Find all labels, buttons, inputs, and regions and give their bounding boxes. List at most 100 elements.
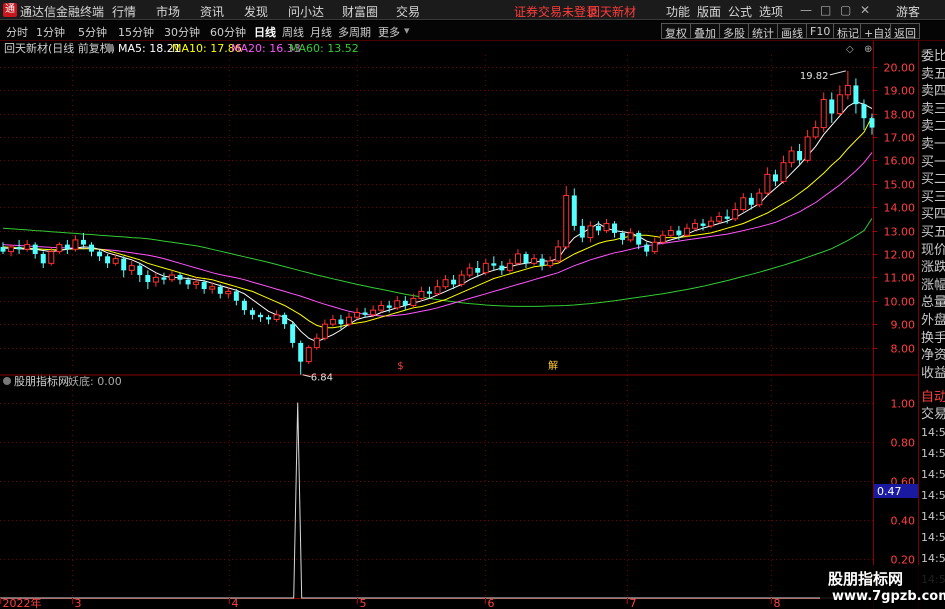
candle: [64, 239, 70, 254]
candle-body-down: [298, 342, 304, 362]
candle: [24, 239, 31, 252]
candle: [152, 272, 159, 287]
back-button[interactable]: 返回: [890, 23, 920, 40]
main-chart-title: 回天新材(日线 前复权): [4, 41, 115, 55]
tab-period-30min[interactable]: 30分钟: [164, 24, 200, 40]
candle-body-up: [764, 173, 771, 194]
tab-period-intraday[interactable]: 分时: [6, 24, 28, 40]
tab-period-multi[interactable]: 多周期: [338, 24, 371, 40]
menu-news[interactable]: 资讯: [200, 3, 224, 20]
candle: [418, 286, 425, 301]
minimize-icon[interactable]: —: [800, 3, 812, 17]
period-toolbar: 分时 1分钟 5分钟 15分钟 30分钟 60分钟 日线 周线 月线 多周期 更…: [0, 21, 945, 41]
tab-period-1min[interactable]: 1分钟: [36, 24, 65, 40]
candle-body-up: [410, 297, 417, 306]
candle-body-up: [716, 216, 723, 222]
candle-body-down: [241, 300, 247, 311]
restore-icon[interactable]: □: [820, 3, 831, 17]
quote-field-label: 收益: [921, 365, 945, 381]
menu-discover[interactable]: 发现: [244, 3, 268, 20]
statistics-button[interactable]: 统计: [748, 23, 778, 40]
candle: [266, 314, 272, 325]
candle: [579, 218, 585, 243]
candle: [547, 256, 554, 269]
price-tick-label: 8.00: [891, 343, 916, 356]
menu-formula[interactable]: 公式: [728, 3, 752, 20]
candle: [756, 188, 763, 208]
zoom-in-icon[interactable]: ⊕: [864, 44, 872, 55]
candle: [105, 253, 111, 269]
quote-field-label: 净资: [921, 348, 945, 364]
candle: [394, 296, 401, 311]
candle: [844, 70, 851, 100]
candle: [636, 230, 642, 250]
price-tick-label: 11.00: [884, 272, 916, 285]
menu-wealth-circle[interactable]: 财富圈: [342, 3, 378, 20]
candle-body-up: [651, 241, 658, 253]
menu-market[interactable]: 市场: [156, 3, 180, 20]
candle-body-up: [603, 223, 610, 232]
tab-period-daily[interactable]: 日线: [254, 24, 276, 40]
diamond-icon[interactable]: ◇: [846, 44, 854, 55]
unlock-event-marker[interactable]: 解: [548, 359, 558, 372]
candle: [0, 242, 6, 254]
maximize-icon[interactable]: ▢: [840, 3, 851, 17]
candle: [402, 296, 408, 311]
tab-period-monthly[interactable]: 月线: [310, 24, 332, 40]
candle: [788, 146, 795, 168]
tab-period-more[interactable]: 更多: [378, 24, 400, 40]
menu-ask[interactable]: 问小达: [288, 3, 324, 20]
menu-quotes[interactable]: 行情: [112, 3, 136, 20]
overlay-button[interactable]: 叠加: [690, 23, 720, 40]
trade-label[interactable]: 交易: [921, 403, 945, 422]
tab-period-weekly[interactable]: 周线: [282, 24, 304, 40]
menu-layout[interactable]: 版面: [697, 3, 721, 20]
more-dropdown-icon[interactable]: ▾: [404, 24, 410, 37]
kline-chart[interactable]: 20.00 19.00 18.00 17.00 16.00 15.00 14.00 13.00…: [0, 41, 918, 609]
candle: [345, 312, 352, 327]
candle-body-up: [305, 347, 312, 363]
multi-stock-button[interactable]: 多股: [719, 23, 749, 40]
candle: [716, 211, 723, 224]
candle: [233, 289, 239, 306]
candle-body-up: [72, 239, 79, 250]
candle-body-down: [499, 265, 505, 271]
mark-button[interactable]: 标记: [833, 23, 863, 40]
quote-field-label: 现价: [921, 242, 945, 258]
candle-body-down: [579, 225, 585, 238]
restore-right-button[interactable]: 复权: [661, 23, 691, 40]
candlesticks: [0, 70, 875, 375]
candle-body-up: [756, 192, 763, 206]
dividend-event-marker[interactable]: $: [397, 361, 403, 372]
tab-period-5min[interactable]: 5分钟: [78, 24, 107, 40]
indicator-settings-icon[interactable]: [3, 377, 11, 385]
watermark-name: 股朋指标网: [828, 570, 904, 588]
candle-body-up: [547, 260, 554, 267]
login-status[interactable]: 证券交易未登录: [514, 3, 598, 20]
candle-body-up: [48, 251, 55, 264]
chart-area[interactable]: 20.00 19.00 18.00 17.00 16.00 15.00 14.00 13.00…: [0, 41, 945, 609]
menu-function[interactable]: 功能: [666, 3, 690, 20]
tab-period-15min[interactable]: 15分钟: [118, 24, 154, 40]
tick-time: 14:56: [921, 489, 945, 502]
candle-body-down: [595, 225, 601, 231]
candle-body-down: [161, 277, 167, 280]
candle-body-up: [667, 230, 674, 236]
candle-body-down: [89, 244, 95, 252]
candle-body-up: [128, 265, 135, 271]
quote-field-label: 涨幅: [921, 277, 945, 293]
tick-time: 14:56: [921, 447, 945, 460]
guest-user[interactable]: 游客: [896, 3, 920, 20]
ma-settings-icon[interactable]: [106, 44, 114, 52]
menu-options[interactable]: 选项: [759, 3, 783, 20]
candle-body-down: [137, 265, 143, 276]
draw-line-button[interactable]: 画线: [777, 23, 807, 40]
menu-trade[interactable]: 交易: [396, 3, 420, 20]
candle: [249, 307, 255, 320]
f10-button[interactable]: F10: [806, 23, 835, 39]
close-icon[interactable]: ✕: [860, 3, 870, 17]
low-price-label: 6.84: [311, 373, 333, 384]
candle: [651, 237, 658, 254]
ma5-line: [2, 101, 873, 343]
tab-period-60min[interactable]: 60分钟: [210, 24, 246, 40]
